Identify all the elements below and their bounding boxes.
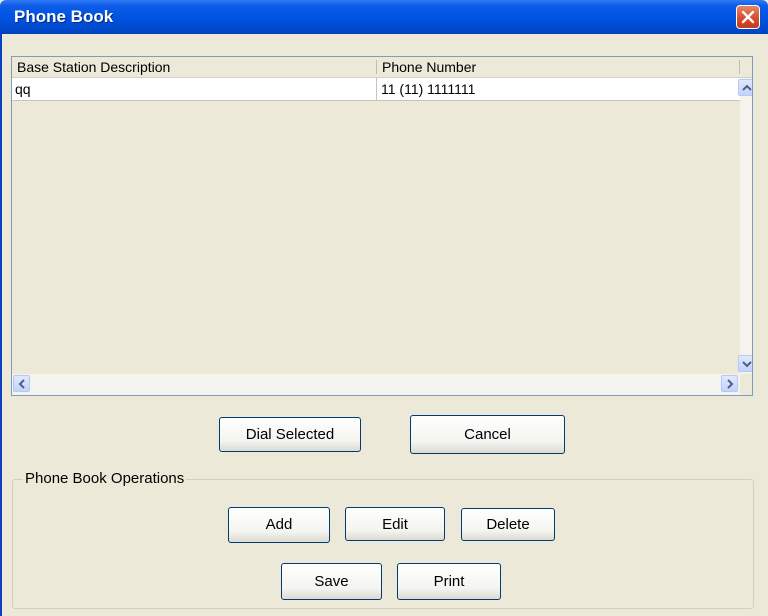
close-icon xyxy=(741,10,755,24)
cancel-button[interactable]: Cancel xyxy=(410,415,565,454)
group-label: Phone Book Operations xyxy=(23,470,187,487)
phone-book-operations-group: Phone Book Operations xyxy=(12,470,754,609)
dial-selected-button[interactable]: Dial Selected xyxy=(219,417,361,452)
scroll-down-arrow-icon xyxy=(742,361,752,368)
print-button[interactable]: Print xyxy=(397,563,501,600)
scroll-left-arrow-icon xyxy=(18,379,25,389)
column-header-description[interactable]: Base Station Description xyxy=(12,57,376,77)
scroll-right-arrow-icon xyxy=(727,379,734,389)
scroll-up-arrow-icon xyxy=(742,84,752,91)
save-button[interactable]: Save xyxy=(281,563,382,600)
column-divider[interactable] xyxy=(739,60,740,74)
edit-button[interactable]: Edit xyxy=(345,507,445,541)
horizontal-scrollbar[interactable] xyxy=(12,374,740,395)
scroll-up-button[interactable] xyxy=(738,79,752,96)
window-frame-left xyxy=(0,34,2,616)
delete-button[interactable]: Delete xyxy=(461,508,555,541)
table-header: Base Station Description Phone Number xyxy=(12,57,752,78)
scroll-down-button[interactable] xyxy=(738,355,752,372)
cell-phone-number[interactable]: 11 (11) 1111111 xyxy=(378,78,740,100)
table-row[interactable]: qq 11 (11) 1111111 xyxy=(12,78,740,101)
cell-description[interactable]: qq xyxy=(12,78,377,100)
close-button[interactable] xyxy=(736,5,760,29)
vertical-scrollbar[interactable] xyxy=(738,78,752,374)
phone-book-table[interactable]: Base Station Description Phone Number qq… xyxy=(11,56,753,396)
add-button[interactable]: Add xyxy=(228,507,330,543)
title-bar[interactable]: Phone Book xyxy=(0,0,768,34)
phone-book-window: Phone Book Base Station Description Phon… xyxy=(0,0,768,616)
scroll-right-button[interactable] xyxy=(721,375,738,392)
column-header-phone[interactable]: Phone Number xyxy=(377,57,739,77)
window-title: Phone Book xyxy=(14,7,114,26)
scroll-left-button[interactable] xyxy=(13,375,30,392)
